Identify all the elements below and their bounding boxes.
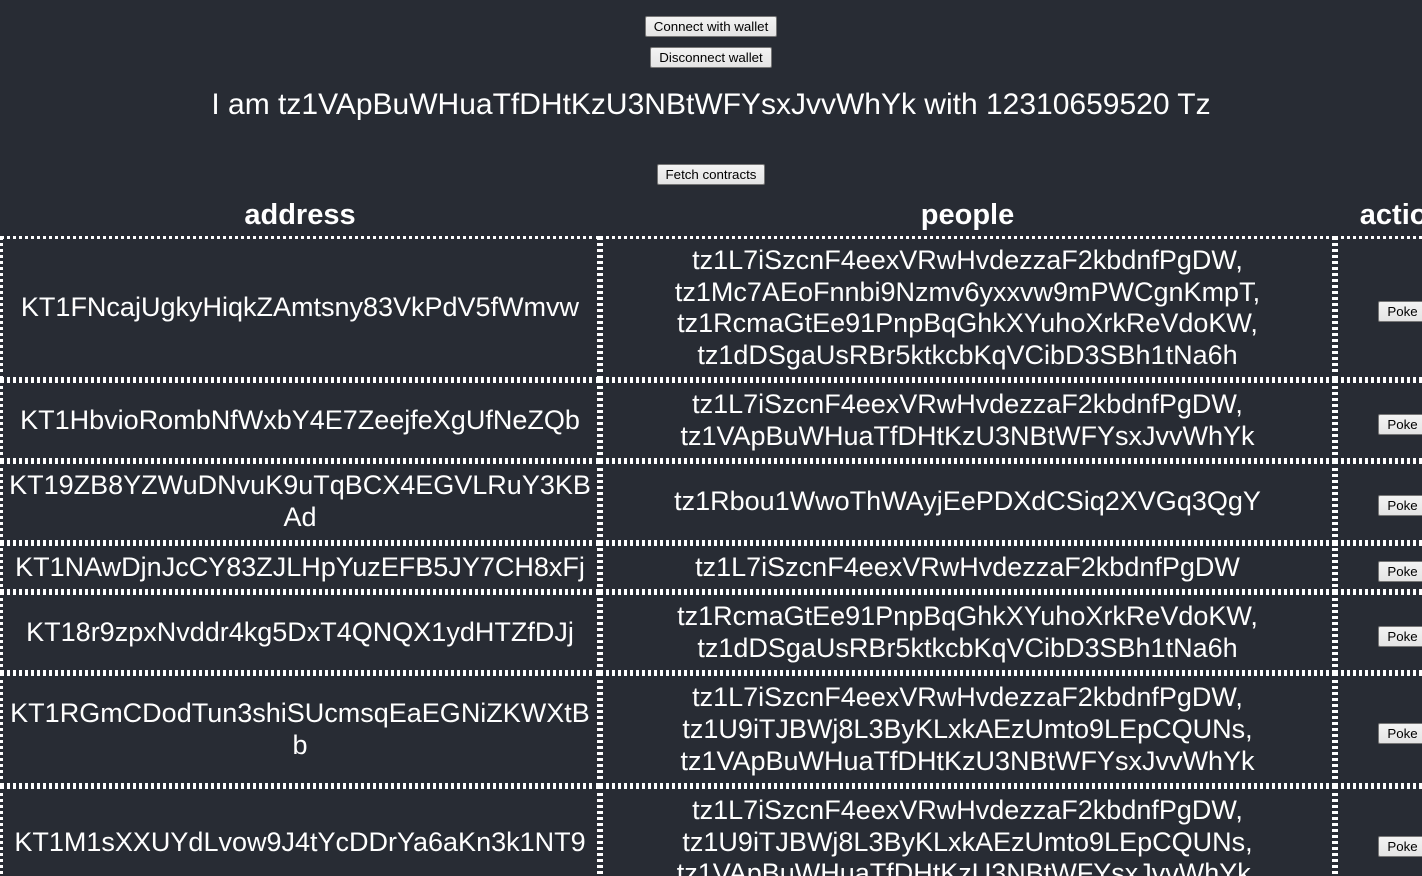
table-row: KT18r9zpxNvddr4kg5DxT4QNQX1ydHTZfDJjtz1R…	[0, 592, 1422, 673]
fetch-contracts-button[interactable]: Fetch contracts	[657, 164, 766, 185]
table-row: KT1HbvioRombNfWxbY4E7ZeejfeXgUfNeZQbtz1L…	[0, 380, 1422, 461]
poke-button[interactable]: Poke	[1378, 301, 1422, 322]
people-address: tz1Rbou1WwoThWAyjEePDXdCSiq2XVGq3QgY	[607, 486, 1328, 518]
contract-address-cell: KT1HbvioRombNfWxbY4E7ZeejfeXgUfNeZQb	[0, 380, 600, 461]
contract-people-cell: tz1Rbou1WwoThWAyjEePDXdCSiq2XVGq3QgY	[600, 461, 1335, 542]
people-address: tz1L7iSzcnF4eexVRwHvdezzaF2kbdnfPgDW,	[607, 682, 1328, 714]
contract-address-cell: KT1M1sXXUYdLvow9J4tYcDDrYa6aKn3k1NT9	[0, 786, 600, 876]
contract-action-cell: Poke	[1335, 236, 1422, 380]
contract-action-cell: Poke	[1335, 592, 1422, 673]
people-address: tz1L7iSzcnF4eexVRwHvdezzaF2kbdnfPgDW,	[607, 795, 1328, 827]
connect-wallet-row: Connect with wallet	[0, 0, 1422, 37]
table-header-row: address people action	[0, 199, 1422, 236]
fetch-contracts-row: Fetch contracts	[0, 123, 1422, 185]
table-row: KT19ZB8YZWuDNvuK9uTqBCX4EGVLRuY3KBAdtz1R…	[0, 461, 1422, 542]
people-address: tz1RcmaGtEe91PnpBqGhkXYuhoXrkReVdoKW,	[607, 601, 1328, 633]
poke-button[interactable]: Poke	[1378, 723, 1422, 744]
people-address: tz1U9iTJBWj8L3ByKLxkAEzUmto9LEpCQUNs,	[607, 714, 1328, 746]
table-row: KT1FNcajUgkyHiqkZAmtsny83VkPdV5fWmvwtz1L…	[0, 236, 1422, 380]
poke-button[interactable]: Poke	[1378, 836, 1422, 857]
people-address: tz1RcmaGtEe91PnpBqGhkXYuhoXrkReVdoKW,	[607, 308, 1328, 340]
contract-people-cell: tz1L7iSzcnF4eexVRwHvdezzaF2kbdnfPgDW	[600, 543, 1335, 593]
contract-action-cell: Poke	[1335, 673, 1422, 786]
poke-button[interactable]: Poke	[1378, 561, 1422, 582]
people-address: tz1L7iSzcnF4eexVRwHvdezzaF2kbdnfPgDW	[607, 552, 1328, 584]
contract-people-cell: tz1RcmaGtEe91PnpBqGhkXYuhoXrkReVdoKW,tz1…	[600, 592, 1335, 673]
people-address: tz1U9iTJBWj8L3ByKLxkAEzUmto9LEpCQUNs,	[607, 827, 1328, 859]
people-address: tz1L7iSzcnF4eexVRwHvdezzaF2kbdnfPgDW,	[607, 245, 1328, 277]
contract-action-cell: Poke	[1335, 461, 1422, 542]
contract-people-cell: tz1L7iSzcnF4eexVRwHvdezzaF2kbdnfPgDW,tz1…	[600, 786, 1335, 876]
disconnect-wallet-button[interactable]: Disconnect wallet	[650, 47, 771, 68]
contract-address-cell: KT18r9zpxNvddr4kg5DxT4QNQX1ydHTZfDJj	[0, 592, 600, 673]
table-row: KT1M1sXXUYdLvow9J4tYcDDrYa6aKn3k1NT9tz1L…	[0, 786, 1422, 876]
people-address: tz1VApBuWHuaTfDHtKzU3NBtWFYsxJvvWhYk	[607, 421, 1328, 453]
poke-button[interactable]: Poke	[1378, 626, 1422, 647]
contract-people-cell: tz1L7iSzcnF4eexVRwHvdezzaF2kbdnfPgDW,tz1…	[600, 673, 1335, 786]
people-address: tz1VApBuWHuaTfDHtKzU3NBtWFYsxJvvWhYk	[607, 746, 1328, 778]
contract-people-cell: tz1L7iSzcnF4eexVRwHvdezzaF2kbdnfPgDW,tz1…	[600, 380, 1335, 461]
table-row: KT1NAwDjnJcCY83ZJLHpYuzEFB5JY7CH8xFjtz1L…	[0, 543, 1422, 593]
contract-action-cell: Poke	[1335, 543, 1422, 593]
poke-button[interactable]: Poke	[1378, 414, 1422, 435]
table-row: KT1RGmCDodTun3shiSUcmsqEaEGNiZKWXtBbtz1L…	[0, 673, 1422, 786]
people-address: tz1Mc7AEoFnnbi9Nzmv6yxxvw9mPWCgnKmpT,	[607, 277, 1328, 309]
contract-action-cell: Poke	[1335, 380, 1422, 461]
disconnect-wallet-row: Disconnect wallet	[0, 37, 1422, 68]
contract-people-cell: tz1L7iSzcnF4eexVRwHvdezzaF2kbdnfPgDW,tz1…	[600, 236, 1335, 380]
column-header-address: address	[0, 199, 600, 236]
wallet-identity-text: I am tz1VApBuWHuaTfDHtKzU3NBtWFYsxJvvWhY…	[0, 87, 1422, 123]
contract-action-cell: Poke	[1335, 786, 1422, 876]
app-root: Connect with wallet Disconnect wallet I …	[0, 0, 1422, 876]
people-address: tz1L7iSzcnF4eexVRwHvdezzaF2kbdnfPgDW,	[607, 389, 1328, 421]
people-address: tz1dDSgaUsRBr5ktkcbKqVCibD3SBh1tNa6h	[607, 340, 1328, 372]
contract-address-cell: KT19ZB8YZWuDNvuK9uTqBCX4EGVLRuY3KBAd	[0, 461, 600, 542]
contract-address-cell: KT1NAwDjnJcCY83ZJLHpYuzEFB5JY7CH8xFj	[0, 543, 600, 593]
contracts-table: address people action KT1FNcajUgkyHiqkZA…	[0, 199, 1422, 876]
column-header-people: people	[600, 199, 1335, 236]
contract-address-cell: KT1RGmCDodTun3shiSUcmsqEaEGNiZKWXtBb	[0, 673, 600, 786]
contracts-table-head: address people action	[0, 199, 1422, 236]
connect-wallet-button[interactable]: Connect with wallet	[645, 16, 778, 37]
contract-address-cell: KT1FNcajUgkyHiqkZAmtsny83VkPdV5fWmvw	[0, 236, 600, 380]
contracts-table-body: KT1FNcajUgkyHiqkZAmtsny83VkPdV5fWmvwtz1L…	[0, 236, 1422, 876]
poke-button[interactable]: Poke	[1378, 495, 1422, 516]
column-header-action: action	[1335, 199, 1422, 236]
people-address: tz1VApBuWHuaTfDHtKzU3NBtWFYsxJvvWhYk,	[607, 858, 1328, 876]
people-address: tz1dDSgaUsRBr5ktkcbKqVCibD3SBh1tNa6h	[607, 633, 1328, 665]
